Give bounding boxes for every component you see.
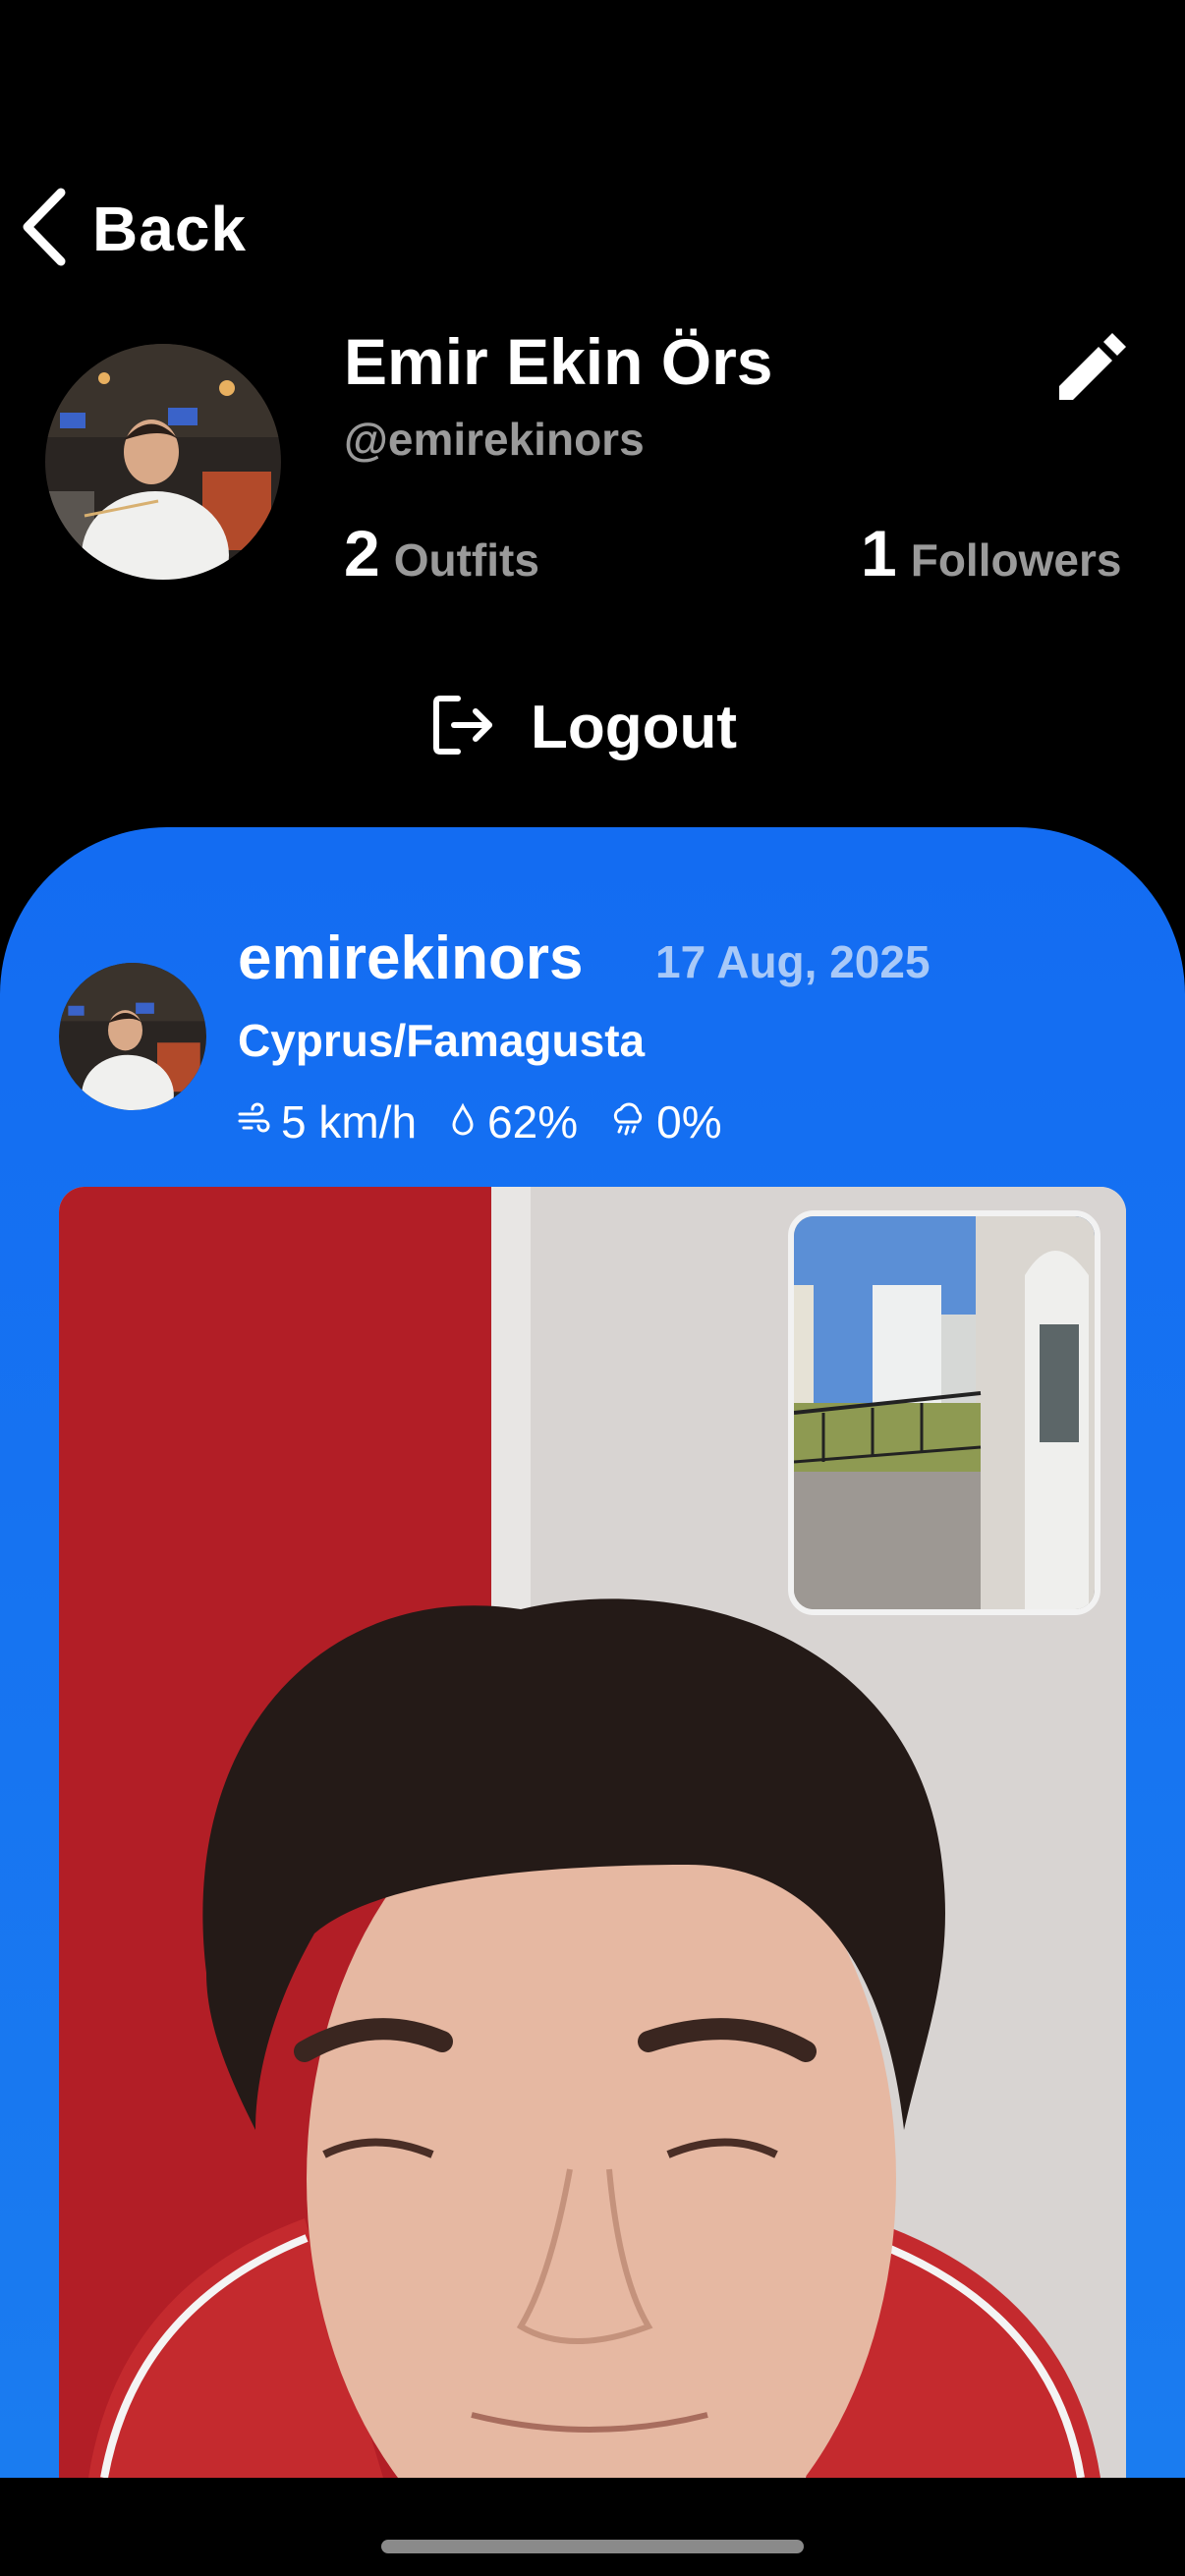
humidity-value: 62%	[487, 1096, 579, 1148]
humidity-stat: 62%	[448, 1095, 578, 1148]
precipitation-value: 0%	[656, 1096, 722, 1148]
back-label: Back	[92, 194, 247, 264]
followers-label: Followers	[910, 534, 1122, 586]
home-indicator[interactable]	[381, 2540, 804, 2553]
home-bar-area	[0, 2478, 1185, 2576]
profile-name: Emir Ekin Örs	[344, 325, 773, 398]
precipitation-stat: 0%	[609, 1095, 722, 1148]
post-location: Cyprus/Famagusta	[238, 1015, 646, 1066]
post-author-avatar[interactable]	[59, 963, 206, 1110]
followers-stat[interactable]: 1 Followers	[861, 516, 1121, 590]
followers-count: 1	[861, 517, 897, 589]
pencil-icon	[1051, 333, 1130, 412]
edit-profile-button[interactable]	[1051, 329, 1130, 408]
logout-button[interactable]: Logout	[430, 678, 737, 776]
profile-handle: @emirekinors	[344, 414, 645, 465]
outfits-count: 2	[344, 517, 380, 589]
chevron-left-icon	[20, 185, 69, 274]
rain-cloud-icon	[609, 1095, 647, 1148]
post-date: 17 Aug, 2025	[655, 936, 931, 987]
post-username[interactable]: emirekinors	[238, 924, 584, 993]
logout-label: Logout	[531, 693, 738, 761]
weather-row: 5 km/h 62% 0%	[236, 1095, 754, 1148]
back-button[interactable]: Back	[20, 187, 247, 271]
wind-icon	[236, 1095, 271, 1148]
droplet-icon	[448, 1095, 478, 1148]
wind-value: 5 km/h	[281, 1096, 418, 1148]
outfits-stat[interactable]: 2 Outfits	[344, 516, 539, 590]
profile-avatar	[45, 344, 281, 580]
wind-stat: 5 km/h	[236, 1095, 417, 1148]
logout-icon	[430, 693, 495, 762]
outfits-label: Outfits	[393, 534, 539, 586]
location-photo-inset[interactable]	[788, 1210, 1100, 1615]
